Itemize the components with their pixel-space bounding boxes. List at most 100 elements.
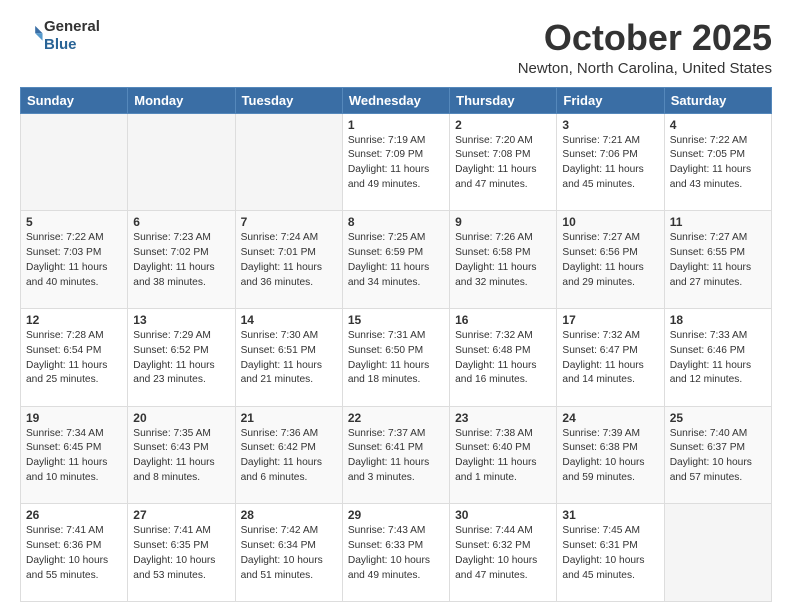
- calendar-cell: 18 Sunrise: 7:33 AM Sunset: 6:46 PM Dayli…: [664, 308, 771, 406]
- title-area: October 2025 Newton, North Carolina, Uni…: [518, 18, 772, 77]
- calendar-cell: 2Sunrise: 7:20 AM Sunset: 7:08 PM Daylig…: [450, 113, 557, 211]
- day-info: Sunrise: 7:23 AM Sunset: 7:02 PM Dayligh…: [133, 231, 229, 290]
- calendar-header-row: Sunday Monday Tuesday Wednesday Thursday…: [21, 87, 772, 113]
- day-info: Sunrise: 7:36 AM Sunset: 6:42 PM Dayligh…: [241, 427, 337, 486]
- day-info: Sunrise: 7:25 AM Sunset: 6:59 PM Dayligh…: [348, 231, 444, 290]
- day-number: 1: [348, 118, 444, 132]
- day-number: 30: [455, 508, 551, 522]
- day-info: Sunrise: 7:31 AM Sunset: 6:50 PM Dayligh…: [348, 329, 444, 388]
- calendar-cell: 8 Sunrise: 7:25 AM Sunset: 6:59 PM Daylig…: [342, 211, 449, 309]
- calendar-cell: 30Sunrise: 7:44 AM Sunset: 6:32 PM Dayli…: [450, 504, 557, 602]
- day-number: 14: [241, 313, 337, 327]
- day-number: 20: [133, 411, 229, 425]
- logo-icon: [22, 23, 44, 45]
- day-number: 8: [348, 215, 444, 229]
- calendar-cell: 9 Sunrise: 7:26 AM Sunset: 6:58 PM Daylig…: [450, 211, 557, 309]
- day-number: 17: [562, 313, 658, 327]
- calendar-cell: 14 Sunrise: 7:30 AM Sunset: 6:51 PM Dayli…: [235, 308, 342, 406]
- calendar-cell: 26Sunrise: 7:41 AM Sunset: 6:36 PM Dayli…: [21, 504, 128, 602]
- day-number: 2: [455, 118, 551, 132]
- day-number: 21: [241, 411, 337, 425]
- day-number: 5: [26, 215, 122, 229]
- logo-general: General: [44, 18, 100, 35]
- calendar-week-5: 26Sunrise: 7:41 AM Sunset: 6:36 PM Dayli…: [21, 504, 772, 602]
- day-number: 9: [455, 215, 551, 229]
- day-number: 22: [348, 411, 444, 425]
- day-info: Sunrise: 7:19 AM Sunset: 7:09 PM Dayligh…: [348, 134, 444, 193]
- month-title: October 2025: [518, 18, 772, 58]
- day-info: Sunrise: 7:38 AM Sunset: 6:40 PM Dayligh…: [455, 427, 551, 486]
- day-number: 28: [241, 508, 337, 522]
- day-number: 10: [562, 215, 658, 229]
- col-monday: Monday: [128, 87, 235, 113]
- calendar-cell: 27Sunrise: 7:41 AM Sunset: 6:35 PM Dayli…: [128, 504, 235, 602]
- calendar-cell: 31Sunrise: 7:45 AM Sunset: 6:31 PM Dayli…: [557, 504, 664, 602]
- calendar-week-4: 19 Sunrise: 7:34 AM Sunset: 6:45 PM Dayli…: [21, 406, 772, 504]
- col-sunday: Sunday: [21, 87, 128, 113]
- col-saturday: Saturday: [664, 87, 771, 113]
- day-info: Sunrise: 7:33 AM Sunset: 6:46 PM Dayligh…: [670, 329, 766, 388]
- calendar-cell: 24 Sunrise: 7:39 AM Sunset: 6:38 PM Dayli…: [557, 406, 664, 504]
- day-info: Sunrise: 7:32 AM Sunset: 6:47 PM Dayligh…: [562, 329, 658, 388]
- calendar-cell: 4 Sunrise: 7:22 AM Sunset: 7:05 PM Daylig…: [664, 113, 771, 211]
- calendar-cell: 3 Sunrise: 7:21 AM Sunset: 7:06 PM Daylig…: [557, 113, 664, 211]
- logo: General Blue: [20, 18, 100, 54]
- day-info: Sunrise: 7:40 AM Sunset: 6:37 PM Dayligh…: [670, 427, 766, 486]
- location: Newton, North Carolina, United States: [518, 60, 772, 77]
- day-number: 31: [562, 508, 658, 522]
- page: General Blue October 2025 Newton, North …: [0, 0, 792, 612]
- day-number: 24: [562, 411, 658, 425]
- calendar-cell: 11 Sunrise: 7:27 AM Sunset: 6:55 PM Dayli…: [664, 211, 771, 309]
- col-wednesday: Wednesday: [342, 87, 449, 113]
- day-number: 25: [670, 411, 766, 425]
- calendar-cell: 6 Sunrise: 7:23 AM Sunset: 7:02 PM Daylig…: [128, 211, 235, 309]
- calendar-cell: 19 Sunrise: 7:34 AM Sunset: 6:45 PM Dayli…: [21, 406, 128, 504]
- calendar-cell: 12Sunrise: 7:28 AM Sunset: 6:54 PM Dayli…: [21, 308, 128, 406]
- calendar-cell: 10Sunrise: 7:27 AM Sunset: 6:56 PM Dayli…: [557, 211, 664, 309]
- day-info: Sunrise: 7:27 AM Sunset: 6:55 PM Dayligh…: [670, 231, 766, 290]
- calendar-cell: [664, 504, 771, 602]
- day-info: Sunrise: 7:35 AM Sunset: 6:43 PM Dayligh…: [133, 427, 229, 486]
- calendar-cell: 13Sunrise: 7:29 AM Sunset: 6:52 PM Dayli…: [128, 308, 235, 406]
- day-number: 16: [455, 313, 551, 327]
- day-info: Sunrise: 7:29 AM Sunset: 6:52 PM Dayligh…: [133, 329, 229, 388]
- calendar-cell: 21 Sunrise: 7:36 AM Sunset: 6:42 PM Dayli…: [235, 406, 342, 504]
- day-info: Sunrise: 7:26 AM Sunset: 6:58 PM Dayligh…: [455, 231, 551, 290]
- day-number: 11: [670, 215, 766, 229]
- day-info: Sunrise: 7:42 AM Sunset: 6:34 PM Dayligh…: [241, 524, 337, 583]
- calendar-cell: 17 Sunrise: 7:32 AM Sunset: 6:47 PM Dayli…: [557, 308, 664, 406]
- col-friday: Friday: [557, 87, 664, 113]
- day-number: 15: [348, 313, 444, 327]
- calendar-cell: 20 Sunrise: 7:35 AM Sunset: 6:43 PM Dayli…: [128, 406, 235, 504]
- day-info: Sunrise: 7:21 AM Sunset: 7:06 PM Dayligh…: [562, 134, 658, 193]
- day-info: Sunrise: 7:34 AM Sunset: 6:45 PM Dayligh…: [26, 427, 122, 486]
- day-number: 26: [26, 508, 122, 522]
- calendar-cell: 1 Sunrise: 7:19 AM Sunset: 7:09 PM Daylig…: [342, 113, 449, 211]
- day-number: 23: [455, 411, 551, 425]
- day-number: 7: [241, 215, 337, 229]
- day-info: Sunrise: 7:37 AM Sunset: 6:41 PM Dayligh…: [348, 427, 444, 486]
- calendar-cell: 5Sunrise: 7:22 AM Sunset: 7:03 PM Daylig…: [21, 211, 128, 309]
- day-info: Sunrise: 7:22 AM Sunset: 7:05 PM Dayligh…: [670, 134, 766, 193]
- calendar-week-3: 12Sunrise: 7:28 AM Sunset: 6:54 PM Dayli…: [21, 308, 772, 406]
- day-info: Sunrise: 7:39 AM Sunset: 6:38 PM Dayligh…: [562, 427, 658, 486]
- day-number: 6: [133, 215, 229, 229]
- day-number: 4: [670, 118, 766, 132]
- calendar-cell: 28 Sunrise: 7:42 AM Sunset: 6:34 PM Dayli…: [235, 504, 342, 602]
- col-tuesday: Tuesday: [235, 87, 342, 113]
- day-info: Sunrise: 7:24 AM Sunset: 7:01 PM Dayligh…: [241, 231, 337, 290]
- day-number: 29: [348, 508, 444, 522]
- day-info: Sunrise: 7:30 AM Sunset: 6:51 PM Dayligh…: [241, 329, 337, 388]
- day-info: Sunrise: 7:43 AM Sunset: 6:33 PM Dayligh…: [348, 524, 444, 583]
- day-number: 3: [562, 118, 658, 132]
- day-info: Sunrise: 7:32 AM Sunset: 6:48 PM Dayligh…: [455, 329, 551, 388]
- day-number: 18: [670, 313, 766, 327]
- calendar-table: Sunday Monday Tuesday Wednesday Thursday…: [20, 87, 772, 602]
- day-number: 19: [26, 411, 122, 425]
- day-info: Sunrise: 7:41 AM Sunset: 6:35 PM Dayligh…: [133, 524, 229, 583]
- day-number: 12: [26, 313, 122, 327]
- calendar-cell: [21, 113, 128, 211]
- col-thursday: Thursday: [450, 87, 557, 113]
- calendar-cell: 15 Sunrise: 7:31 AM Sunset: 6:50 PM Dayli…: [342, 308, 449, 406]
- calendar-cell: 23 Sunrise: 7:38 AM Sunset: 6:40 PM Dayli…: [450, 406, 557, 504]
